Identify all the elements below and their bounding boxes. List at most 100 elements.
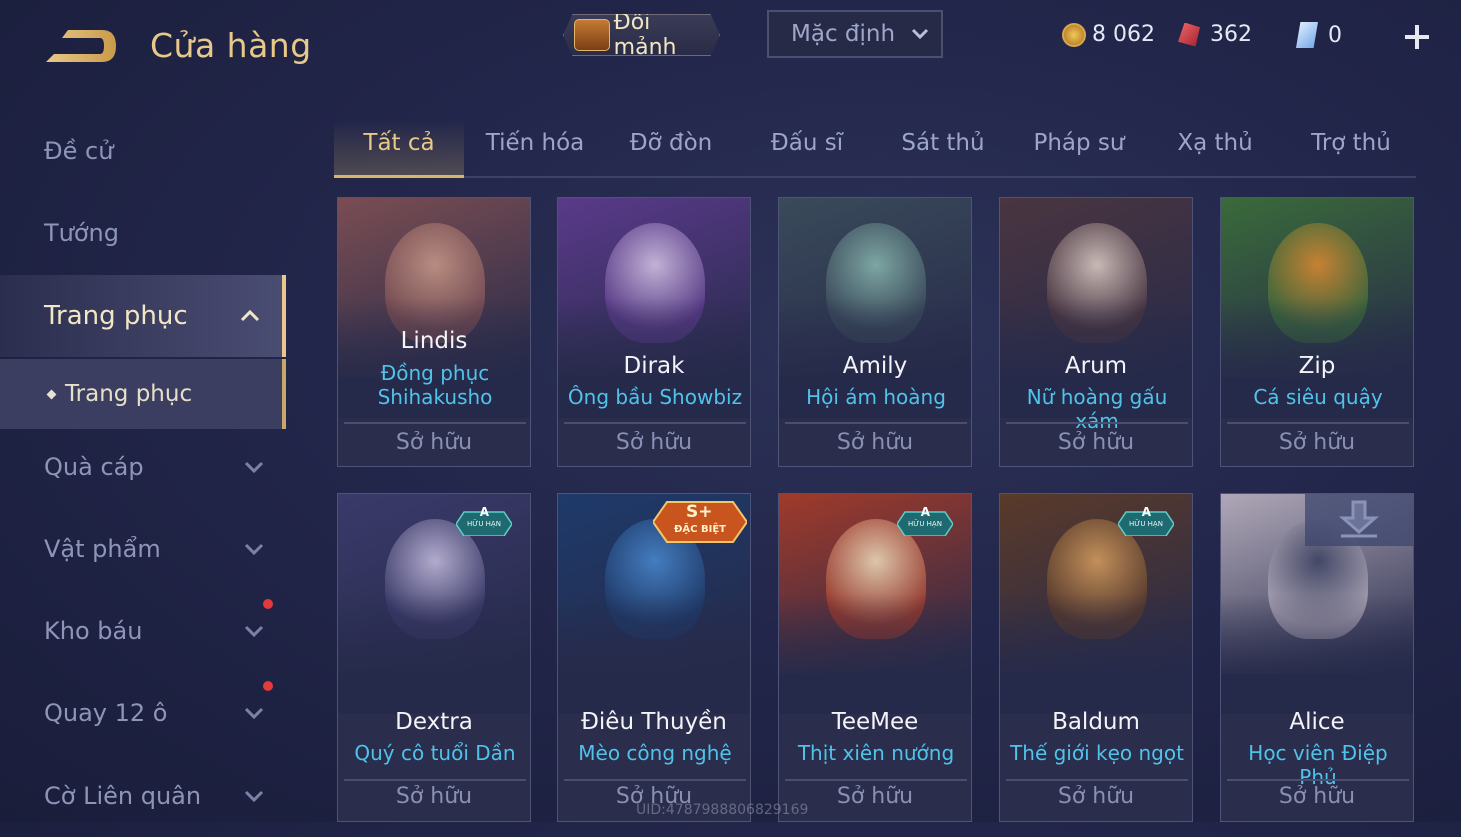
chevron-down-icon xyxy=(244,707,264,719)
hero-name: Zip xyxy=(1298,353,1336,379)
card-divider xyxy=(1006,422,1188,424)
badge-label: HỮU HẠN xyxy=(467,520,501,528)
back-arrow-icon[interactable] xyxy=(44,26,118,66)
badge-label: HỮU HẠN xyxy=(908,520,942,528)
owned-status: Sở hữu xyxy=(615,430,693,455)
sidebar-item-label: Cờ Liên quân xyxy=(44,782,202,810)
sidebar-item-heroes[interactable]: Tướng xyxy=(0,192,286,274)
badge-rank: A xyxy=(920,505,930,519)
tab-tank[interactable]: Đỡ đòn xyxy=(606,130,736,176)
gold-currency: 8 062 xyxy=(1062,22,1155,47)
page-title: Cửa hàng xyxy=(150,26,312,65)
sort-label: Mặc định xyxy=(791,21,896,47)
chevron-down-icon xyxy=(244,625,264,637)
voucher-currency: 362 xyxy=(1178,22,1252,47)
notification-dot xyxy=(263,599,273,609)
art-fade xyxy=(338,594,530,714)
badge-rank: S+ xyxy=(686,502,713,522)
sidebar-item-label: Tướng xyxy=(44,219,119,247)
art-fade xyxy=(1000,594,1192,714)
voucher-value: 362 xyxy=(1210,22,1252,47)
hero-name: Dirak xyxy=(623,353,685,379)
hero-name: Lindis xyxy=(400,328,468,354)
chevron-down-icon xyxy=(244,461,264,473)
sidebar-item-skins[interactable]: Trang phục xyxy=(0,275,286,357)
skin-card[interactable]: Amily Hội ám hoàng Sở hữu xyxy=(778,197,972,467)
tab-support[interactable]: Trợ thủ xyxy=(1286,130,1416,176)
skin-card[interactable]: Lindis Đồng phục Shihakusho Sở hữu xyxy=(337,197,531,467)
sidebar-item-treasure[interactable]: Kho báu xyxy=(0,590,286,672)
download-icon[interactable] xyxy=(1305,494,1413,546)
art-fade xyxy=(1221,594,1413,714)
tab-assassin[interactable]: Sát thủ xyxy=(878,130,1008,176)
sort-dropdown[interactable]: Mặc định xyxy=(767,10,943,58)
skin-card[interactable]: Arum Nữ hoàng gấu xám Sở hữu xyxy=(999,197,1193,467)
skin-name: Nữ hoàng gấu xám xyxy=(1026,385,1168,433)
skin-card[interactable]: Điêu Thuyền Mèo công nghệ Sở hữu S+ ĐẶC BIỆT xyxy=(557,493,751,822)
card-divider xyxy=(785,779,967,781)
chest-icon xyxy=(574,19,610,51)
skin-card[interactable]: Baldum Thế giới kẹo ngọt Sở hữu A HỮU HẠN xyxy=(999,493,1193,822)
badge-label: ĐẶC BIỆT xyxy=(674,524,726,535)
hero-name: Amily xyxy=(842,353,908,379)
skin-card[interactable]: TeeMee Thịt xiên nướng Sở hữu A HỮU HẠN xyxy=(778,493,972,822)
owned-status: Sở hữu xyxy=(1057,430,1135,455)
owned-status: Sở hữu xyxy=(395,430,473,455)
gold-coin-icon xyxy=(1062,22,1086,47)
sidebar-item-chess[interactable]: Cờ Liên quân xyxy=(0,755,286,837)
gold-value: 8 062 xyxy=(1092,22,1155,47)
tab-all[interactable]: Tất cả xyxy=(334,130,464,176)
skin-name: Quý cô tuổi Dần xyxy=(354,741,516,765)
chevron-down-icon xyxy=(244,543,264,555)
card-divider xyxy=(564,779,746,781)
sidebar-item-label: Vật phẩm xyxy=(44,535,161,563)
badge-rank: A xyxy=(479,505,489,519)
bullet-icon xyxy=(46,389,57,399)
skin-name: Ông bầu Showbiz xyxy=(567,385,743,409)
sidebar-subitem-skins[interactable]: Trang phục xyxy=(0,359,286,429)
sidebar-item-items[interactable]: Vật phẩm xyxy=(0,508,286,590)
chevron-down-icon xyxy=(911,28,929,40)
card-divider xyxy=(344,422,526,424)
sidebar: Đề cử Tướng Trang phục Trang phục Quà cá… xyxy=(0,110,286,822)
badge-label: HỮU HẠN xyxy=(1129,520,1163,528)
chevron-down-icon xyxy=(244,790,264,802)
sidebar-item-spin-12[interactable]: Quay 12 ô xyxy=(0,672,286,754)
art-fade xyxy=(558,594,750,714)
tab-fighter[interactable]: Đấu sĩ xyxy=(742,130,872,176)
card-divider xyxy=(1227,779,1409,781)
skin-card[interactable]: Alice Học viên Điệp Phủ Sở hữu xyxy=(1220,493,1414,822)
category-tabs: Tất cả Tiến hóa Đỡ đòn Đấu sĩ Sát thủ Ph… xyxy=(334,120,1416,178)
voucher-icon xyxy=(1178,22,1200,47)
sidebar-item-gifts[interactable]: Quà cáp xyxy=(0,426,286,508)
tab-evolution[interactable]: Tiến hóa xyxy=(470,130,600,176)
tab-mage[interactable]: Pháp sư xyxy=(1014,130,1144,176)
skin-name: Thịt xiên nướng xyxy=(797,741,955,765)
sidebar-item-label: Trang phục xyxy=(44,301,188,331)
sidebar-item-featured[interactable]: Đề cử xyxy=(0,110,286,192)
exchange-fragments-button[interactable]: Đổi mảnh xyxy=(563,14,720,56)
skin-name: Mèo công nghệ xyxy=(578,741,732,765)
diamond-currency: 0 xyxy=(1296,22,1342,48)
sidebar-item-label: Đề cử xyxy=(44,137,114,165)
notification-dot xyxy=(263,681,273,691)
skin-card[interactable]: Dextra Quý cô tuổi Dần Sở hữu A HỮU HẠN xyxy=(337,493,531,822)
tab-marksman[interactable]: Xạ thủ xyxy=(1150,130,1280,176)
sidebar-item-label: Quay 12 ô xyxy=(44,699,168,727)
sidebar-item-label: Kho báu xyxy=(44,617,143,645)
owned-status: Sở hữu xyxy=(1278,784,1356,809)
skin-name: Thế giới kẹo ngọt xyxy=(1010,741,1184,765)
owned-status: Sở hữu xyxy=(1057,784,1135,809)
skin-card[interactable]: Zip Cá siêu quậy Sở hữu xyxy=(1220,197,1414,467)
owned-status: Sở hữu xyxy=(836,430,914,455)
hero-name: Baldum xyxy=(1052,709,1140,735)
hero-name: Arum xyxy=(1064,353,1128,379)
chevron-up-icon xyxy=(240,310,260,322)
card-divider xyxy=(1227,422,1409,424)
hero-name: Điêu Thuyền xyxy=(581,709,727,735)
diamond-icon xyxy=(1296,22,1318,48)
user-id: UID:4787988806829169 xyxy=(636,802,809,818)
add-currency-plus-icon[interactable] xyxy=(1402,22,1432,52)
sidebar-item-label: Quà cáp xyxy=(44,453,144,481)
skin-card[interactable]: Dirak Ông bầu Showbiz Sở hữu xyxy=(557,197,751,467)
